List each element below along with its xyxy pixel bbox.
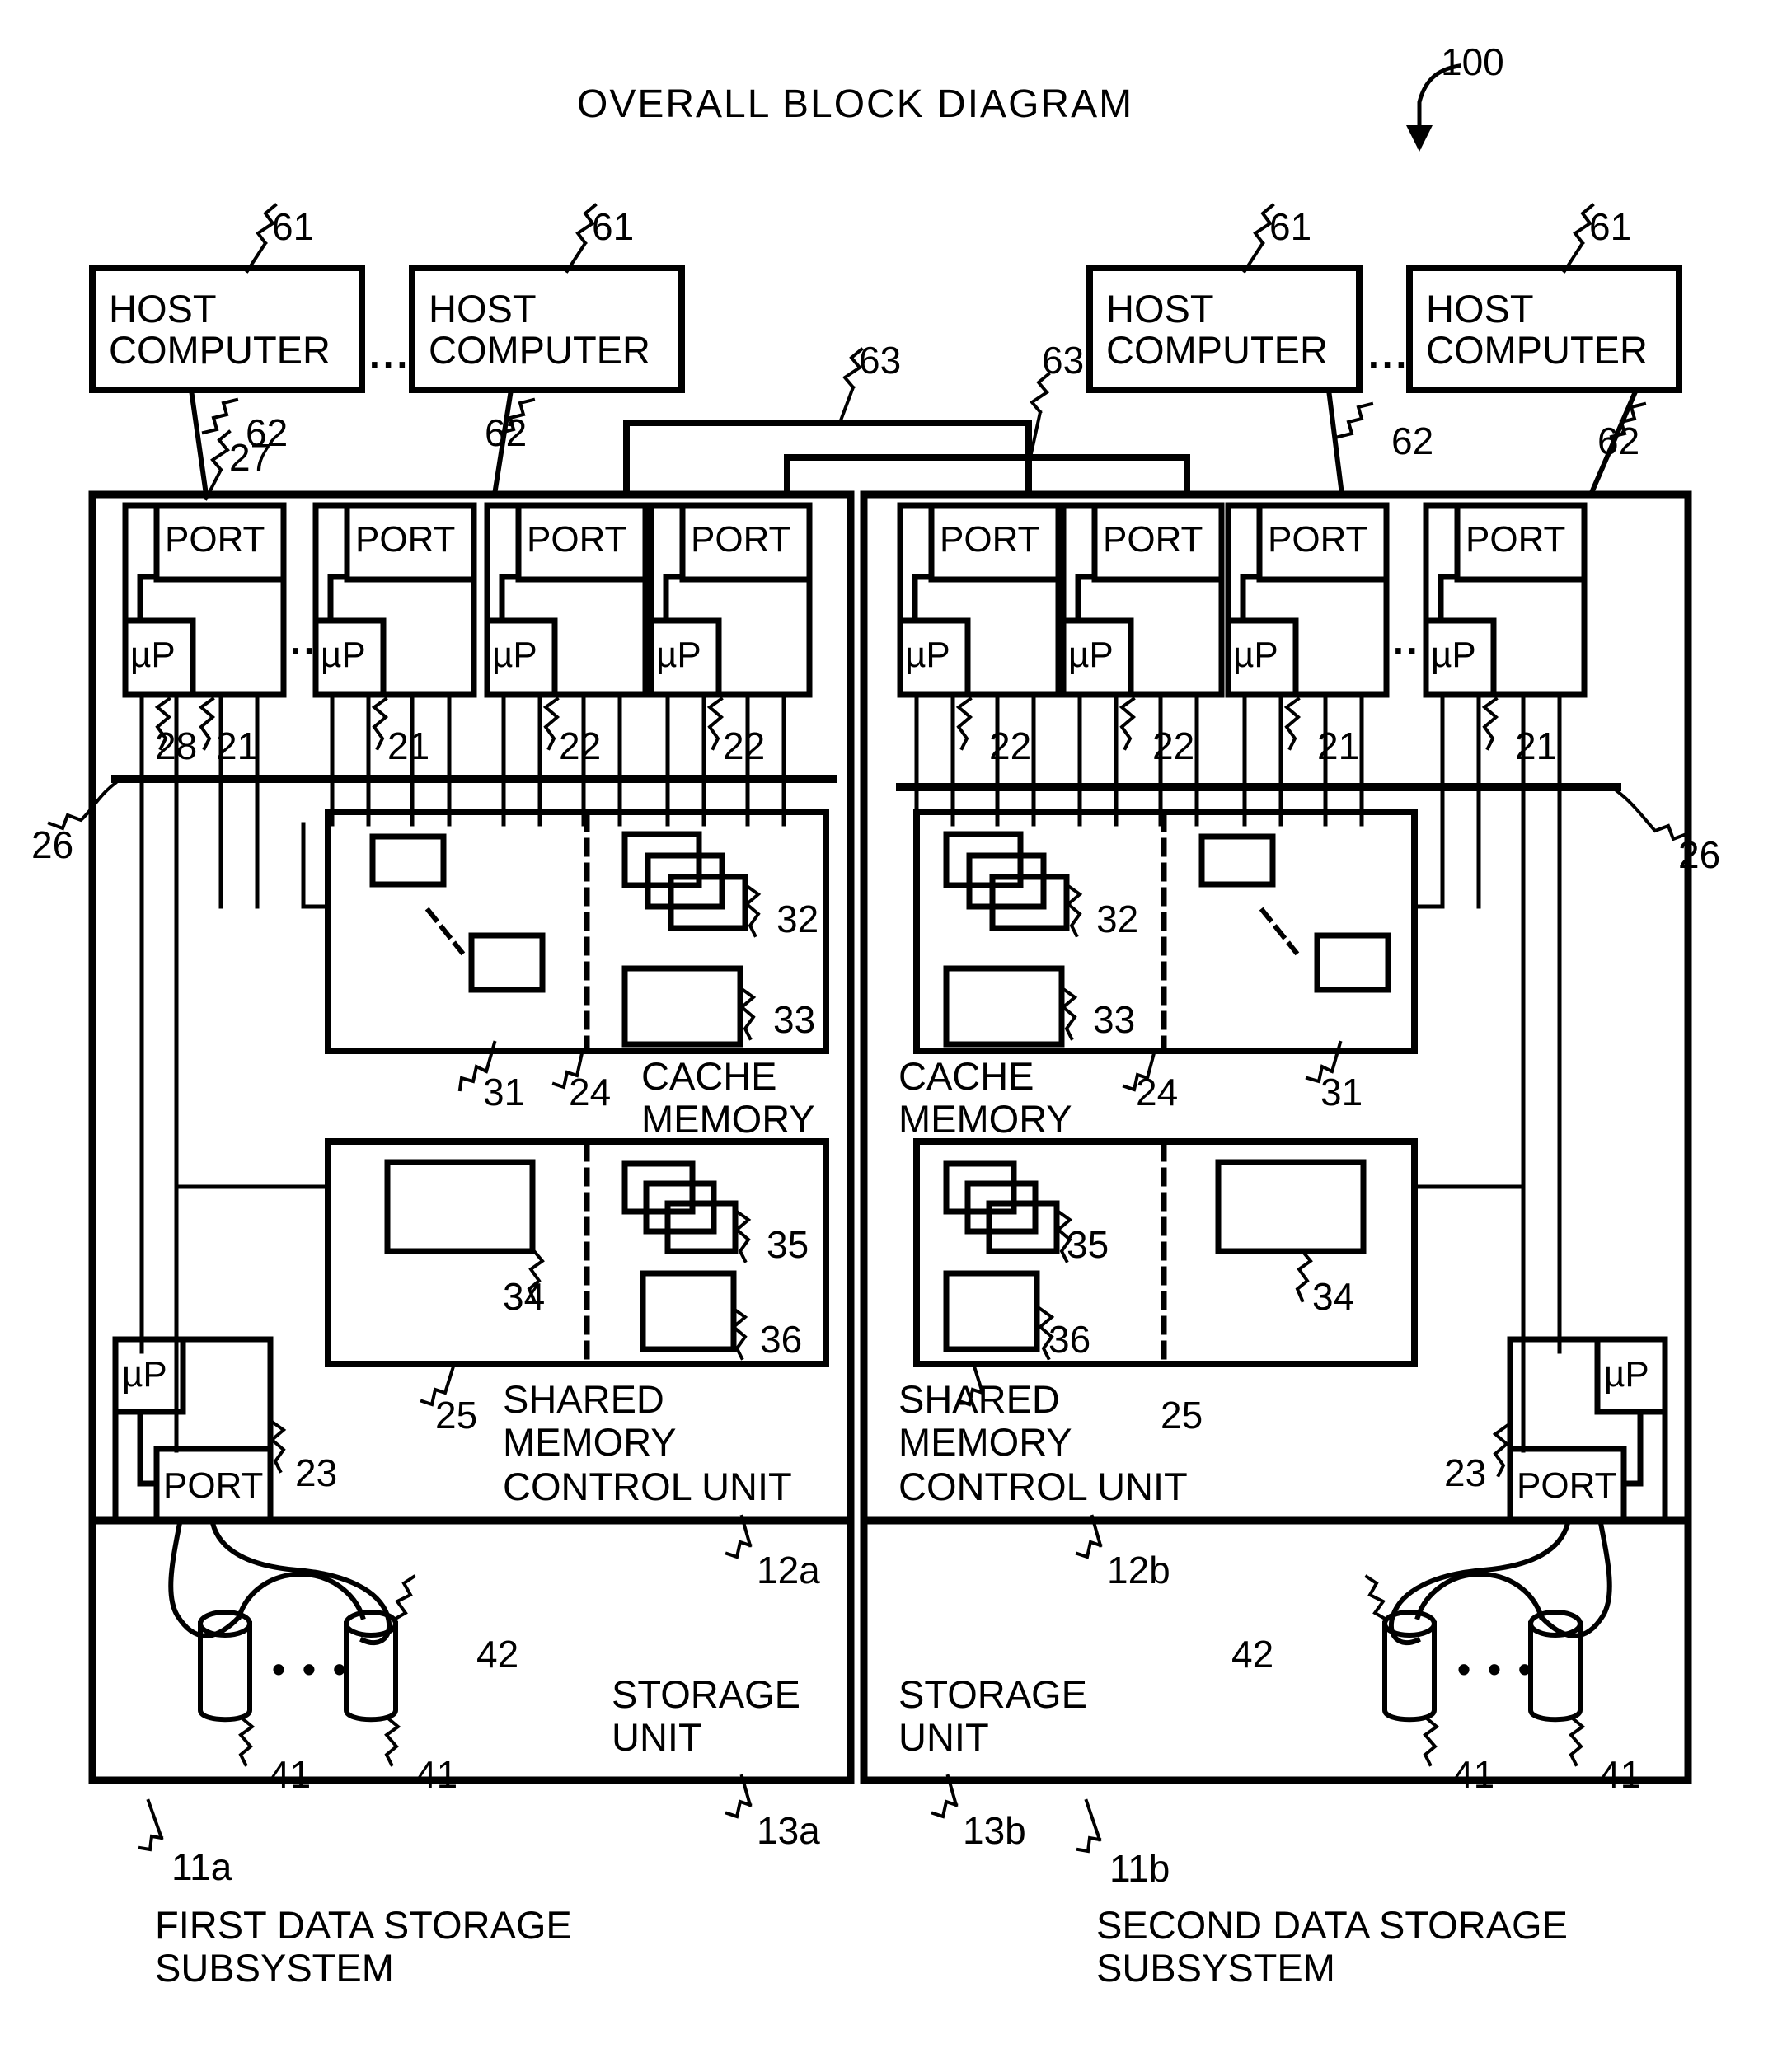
ref-22-l3: 22 [559,724,602,767]
ref-24-right: 24 [1136,1071,1179,1113]
ref-22-r1: 22 [989,724,1032,767]
port-label-r3: PORT [1268,519,1368,560]
control-unit-label-left: CONTROL UNIT [503,1465,792,1508]
ref-25-left: 25 [435,1394,478,1437]
ref-61-b: 61 [592,205,635,248]
host-computer-2-label: HOST COMPUTER [429,287,650,372]
ref-61-c: 61 [1269,205,1312,248]
ref-62-c: 62 [1391,420,1434,462]
shared-memory-label-right: SHARED MEMORY [898,1377,1072,1464]
up-label-r1: µP [905,635,950,675]
ref-21-l1: 21 [216,724,259,767]
ref-41-r1: 41 [1452,1753,1495,1796]
adapter-ellipsis-left: .. [290,619,318,662]
ref-26-right: 26 [1678,833,1721,876]
ref-11b: 11b [1109,1847,1170,1890]
ref-32-right: 32 [1096,898,1139,940]
ref-28: 28 [155,724,198,767]
ref-41-l1: 41 [269,1753,312,1796]
ref-13b: 13b [963,1809,1026,1852]
ref-21-l2: 21 [387,724,430,767]
up-label-r4: µP [1431,635,1476,675]
ref-34-left: 34 [503,1275,546,1318]
page-title: OVERALL BLOCK DIAGRAM [577,82,1134,126]
up-label-l4: µP [656,635,701,675]
ref-25-right: 25 [1161,1394,1203,1437]
ref-61-a: 61 [272,205,315,248]
cache-memory-label-right: CACHE MEMORY [898,1054,1072,1141]
ref-31-left: 31 [483,1071,526,1113]
ref-35-left: 35 [767,1223,809,1266]
subsystem-name-left: FIRST DATA STORAGE SUBSYSTEM [155,1903,572,1990]
up-label-disk-adapter-left: µP [122,1354,167,1395]
ref-62-d: 62 [1597,420,1640,462]
figure-reference-100: 100 [1441,40,1504,83]
up-label-r2: µP [1068,635,1114,675]
host-computer-3-label: HOST COMPUTER [1106,287,1328,372]
up-label-l2: µP [321,635,366,675]
ref-63-b: 63 [1042,339,1085,382]
port-label-disk-adapter-left: PORT [163,1465,264,1506]
ref-36-left: 36 [760,1318,803,1361]
ref-33-left: 33 [773,998,816,1041]
port-label-l4: PORT [691,519,791,560]
port-label-r1: PORT [940,519,1040,560]
ref-13a: 13a [757,1809,820,1852]
ref-12b: 12b [1107,1549,1170,1592]
up-label-r3: µP [1233,635,1278,675]
ref-62-b: 62 [485,411,528,454]
ref-32-left: 32 [776,898,819,940]
ref-23-left: 23 [295,1451,338,1494]
ref-21-r4: 21 [1515,724,1558,767]
ref-31-right: 31 [1320,1071,1363,1113]
host-computer-4-label: HOST COMPUTER [1426,287,1648,372]
ref-42-left: 42 [476,1633,519,1676]
port-label-l2: PORT [355,519,456,560]
ref-35-right: 35 [1067,1223,1109,1266]
host-ellipsis-right: ... [1368,333,1410,376]
disk-ellipsis-left: • • • [272,1648,349,1690]
ref-23-right: 23 [1444,1451,1487,1494]
ref-34-right: 34 [1312,1275,1355,1318]
port-label-r2: PORT [1103,519,1203,560]
ref-27: 27 [229,436,272,479]
storage-unit-label-right: STORAGE UNIT [898,1672,1087,1759]
ref-11a: 11a [171,1845,232,1888]
subsystem-name-right: SECOND DATA STORAGE SUBSYSTEM [1096,1903,1568,1990]
disk-ellipsis-right: • • • [1457,1648,1535,1690]
ref-24-left: 24 [569,1071,612,1113]
ref-63-a: 63 [859,339,902,382]
ref-41-r2: 41 [1599,1753,1642,1796]
ref-22-r2: 22 [1152,724,1195,767]
port-label-disk-adapter-right: PORT [1517,1465,1617,1506]
up-label-disk-adapter-right: µP [1604,1354,1649,1395]
ref-22-l4: 22 [723,724,766,767]
host-computer-1-label: HOST COMPUTER [109,287,331,372]
figure-canvas: OVERALL BLOCK DIAGRAM 100 HOST COMPUTER H… [0,0,1787,2072]
adapter-ellipsis-right: .. [1393,619,1421,662]
ref-12a: 12a [757,1549,820,1592]
port-label-r4: PORT [1466,519,1566,560]
control-unit-label-right: CONTROL UNIT [898,1465,1188,1508]
port-label-l1: PORT [165,519,265,560]
ref-26-left: 26 [31,823,74,866]
storage-unit-label-left: STORAGE UNIT [612,1672,800,1759]
port-label-l3: PORT [527,519,627,560]
ref-21-r3: 21 [1317,724,1360,767]
ref-36-right: 36 [1048,1318,1091,1361]
ref-33-right: 33 [1093,998,1136,1041]
up-label-l3: µP [492,635,537,675]
host-ellipsis-left: ... [369,333,411,376]
ref-61-d: 61 [1589,205,1632,248]
shared-memory-label-left: SHARED MEMORY [503,1377,677,1464]
up-label-l1: µP [130,635,176,675]
ref-42-right: 42 [1231,1633,1274,1676]
cache-memory-label-left: CACHE MEMORY [641,1054,815,1141]
ref-41-l2: 41 [415,1753,458,1796]
